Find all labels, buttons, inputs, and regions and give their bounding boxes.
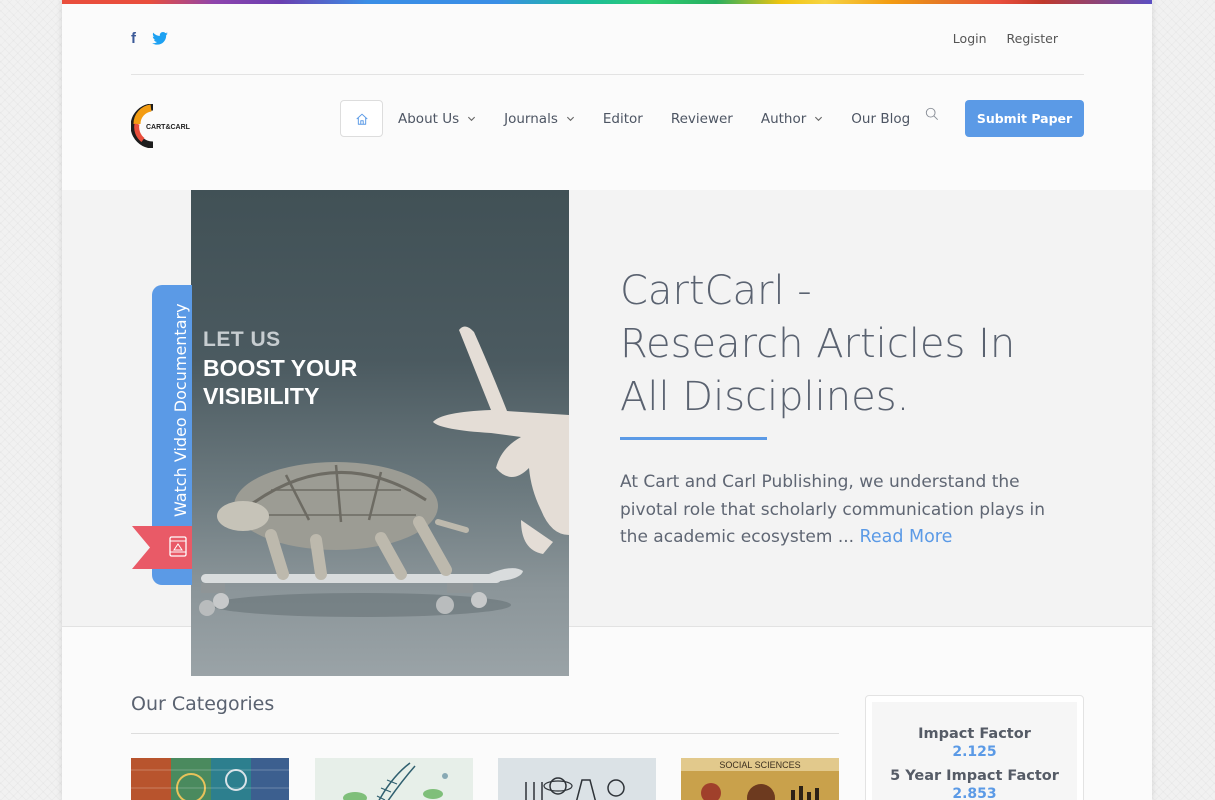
nav-our-blog-label: Our Blog: [851, 110, 911, 127]
categories-heading: Our Categories: [131, 693, 275, 715]
nav-reviewer[interactable]: Reviewer: [671, 111, 733, 127]
nav-author[interactable]: Author: [761, 111, 823, 127]
category-thumbnail-2-image: [315, 758, 473, 800]
auth-links: Login Register: [953, 31, 1058, 46]
category-thumbnail-4-image: SOCIAL SCIENCES: [681, 758, 839, 800]
hero-poster-image: LET US BOOST YOUR VISIBILITY: [191, 190, 569, 676]
impact-factor-value: 2.125: [952, 744, 997, 760]
page-container: f Login Register CART&CARL About Us Jour…: [62, 0, 1152, 800]
five-year-impact-value: 2.853: [952, 786, 997, 800]
hero-title: CartCarl - Research Articles In All Disc…: [620, 265, 1080, 424]
hero-description-text: At Cart and Carl Publishing, we understa…: [620, 472, 1046, 547]
home-icon: [355, 113, 368, 125]
chevron-down-icon: [566, 116, 574, 122]
login-link[interactable]: Login: [953, 31, 987, 46]
category-thumbnail-3-image: [498, 758, 656, 800]
nav-about-us[interactable]: About Us: [398, 111, 476, 127]
chevron-down-icon: [468, 116, 476, 122]
site-logo[interactable]: CART&CARL: [131, 104, 193, 148]
register-link[interactable]: Register: [1007, 31, 1058, 46]
category-thumbnail-1[interactable]: [131, 758, 289, 800]
twitter-icon[interactable]: [152, 32, 168, 45]
social-sciences-label: SOCIAL SCIENCES: [719, 760, 800, 770]
read-more-link[interactable]: Read More: [859, 527, 952, 547]
impact-factor-label: Impact Factor: [918, 726, 1031, 742]
categories-divider: [131, 733, 839, 734]
top-bar: f Login Register: [131, 0, 1084, 75]
hero-title-underline: [620, 437, 767, 440]
hero-title-line-2: Research Articles In: [620, 321, 1016, 367]
hero-title-line-3: All Disciplines.: [620, 374, 910, 420]
nav-journals-label: Journals: [504, 110, 558, 127]
category-thumbnail-1-image: [131, 758, 289, 800]
nav-journals[interactable]: Journals: [504, 111, 575, 127]
impact-factor-inner: Impact Factor 2.125 5 Year Impact Factor…: [872, 702, 1077, 800]
nav-author-label: Author: [760, 110, 807, 127]
video-ribbon[interactable]: [132, 526, 192, 569]
home-button[interactable]: [340, 100, 383, 137]
nav-editor-label: Editor: [602, 110, 643, 127]
category-thumbnail-3[interactable]: [498, 758, 656, 800]
facebook-icon[interactable]: f: [131, 30, 136, 47]
hero-title-line-1: CartCarl -: [620, 268, 812, 314]
turtle-skateboard-illustration: [199, 326, 569, 617]
hero-description: At Cart and Carl Publishing, we understa…: [620, 469, 1070, 552]
search-icon[interactable]: [925, 107, 939, 121]
watch-video-label: Watch Video Documentary: [170, 303, 190, 517]
category-thumbnail-2[interactable]: [315, 758, 473, 800]
nav-about-us-label: About Us: [398, 110, 460, 127]
chevron-down-icon: [815, 116, 823, 122]
submit-paper-button[interactable]: Submit Paper: [965, 100, 1084, 137]
impact-factor-card: Impact Factor 2.125 5 Year Impact Factor…: [865, 695, 1084, 800]
nav-editor[interactable]: Editor: [603, 111, 643, 127]
nav-menu: About Us Journals Editor Reviewer Author…: [340, 100, 938, 137]
nav-our-blog[interactable]: Our Blog: [851, 111, 910, 127]
nav-reviewer-label: Reviewer: [670, 110, 733, 127]
logo-text: CART&CARL: [146, 124, 191, 131]
social-links: f: [131, 30, 168, 47]
five-year-impact-label: 5 Year Impact Factor: [890, 768, 1059, 784]
category-thumbnail-4[interactable]: SOCIAL SCIENCES: [681, 758, 839, 800]
main-navbar: CART&CARL About Us Journals Editor Revie…: [131, 74, 1084, 174]
